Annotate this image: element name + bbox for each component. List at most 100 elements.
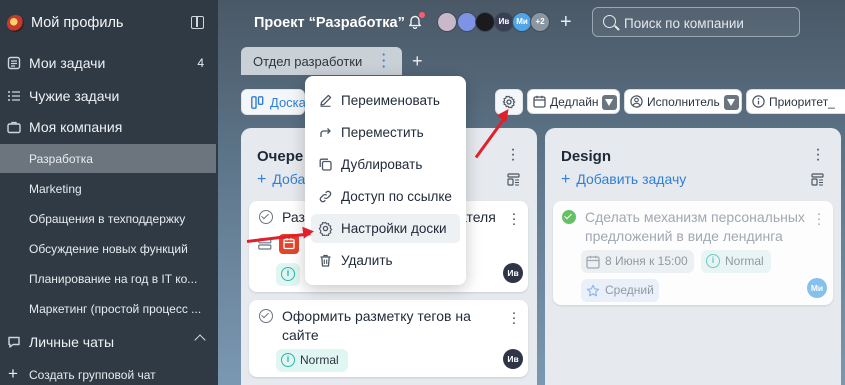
sidebar-project-marketing[interactable]: Marketing [0, 174, 216, 203]
task-kebab-icon[interactable]: · · · [511, 305, 517, 330]
member-avatar-mi[interactable]: Ми [512, 12, 532, 32]
status-badge-label: Normal [300, 353, 339, 367]
column-title: Design [561, 148, 612, 165]
menu-item-label: Удалить [341, 253, 393, 268]
plus-icon: + [561, 171, 571, 188]
column-layout-icon[interactable] [811, 173, 824, 186]
profile-avatar [7, 15, 24, 32]
deadline-badge[interactable]: 8 Июня к 15:00 [581, 250, 694, 273]
briefcase-icon [7, 120, 21, 134]
column-title: Очере [257, 148, 304, 165]
sidebar-project-label: Планирование на год в IT ко... [29, 272, 198, 286]
sidebar-item-my-company[interactable]: Моя компания [0, 113, 216, 141]
collapse-sidebar-icon[interactable] [191, 16, 204, 29]
task-check-icon[interactable] [259, 210, 273, 224]
filter-chip-label: Дедлайн [550, 95, 599, 109]
add-task-label: Добавить задачу [576, 171, 687, 187]
task-card[interactable]: Сделать механизм персональных предложени… [553, 201, 833, 305]
filter-chip-assignee[interactable]: Исполнитель [624, 89, 742, 114]
profile-button[interactable]: Мой профиль [0, 0, 218, 48]
move-arrow-icon [318, 125, 333, 140]
filter-chip-priority[interactable]: Приоритет_ [746, 89, 845, 114]
column-kebab-icon[interactable]: · · · [815, 142, 821, 168]
create-group-chat-label: Создать групповой чат [29, 368, 156, 382]
menu-item-label: Настройки доски [341, 221, 447, 236]
sidebar-project-razrabotka[interactable]: Разработка [0, 144, 216, 173]
create-group-chat-button[interactable]: + Создать групповой чат [0, 360, 216, 385]
status-icon: i [706, 254, 720, 268]
tasks-icon [7, 56, 21, 70]
status-badge: i N [276, 263, 300, 286]
priority-badge: Средний [581, 279, 659, 302]
assignee-avatar[interactable]: Ив [503, 263, 523, 283]
board-context-menu: Переименовать Переместить Дублировать До… [305, 76, 466, 285]
column-kebab-icon[interactable]: · · · [510, 142, 516, 168]
project-title: Проект “Разработка” [254, 15, 405, 31]
task-done-icon[interactable] [562, 210, 576, 224]
member-avatar-photo[interactable] [437, 12, 457, 32]
menu-item-label: Переместить [341, 125, 424, 140]
add-board-icon[interactable]: + [412, 51, 423, 72]
column-layout-icon[interactable] [507, 173, 520, 186]
sidebar-project-label: Разработка [29, 152, 93, 166]
status-badge: i Normal [276, 349, 348, 372]
sidebar-project-support[interactable]: Обращения в техподдержку [0, 204, 216, 233]
copy-icon [318, 157, 333, 172]
sidebar-project-label: Обсуждение новых функций [29, 242, 188, 256]
add-task-button[interactable]: + Доба [257, 171, 305, 189]
tab-board-label: Отдел разработки [253, 54, 363, 69]
sidebar-item-label: Личные чаты [29, 334, 115, 350]
menu-item-label: Дублировать [341, 157, 423, 172]
sidebar-item-others-tasks[interactable]: Чужие задачи [0, 82, 216, 110]
tab-kebab-icon[interactable]: · · · [381, 48, 387, 73]
chat-icon [7, 335, 21, 349]
assignee-avatar[interactable]: Ив [503, 349, 523, 369]
member-avatar-iv[interactable]: Ив [494, 12, 514, 32]
sidebar-item-personal-chats[interactable]: Личные чаты [0, 328, 216, 356]
view-board-button[interactable]: Доска [241, 89, 306, 115]
task-kebab-icon[interactable]: · · · [511, 206, 517, 231]
menu-item-rename[interactable]: Переименовать [311, 86, 460, 115]
status-icon: i [281, 353, 295, 367]
sidebar: Мой профиль Мои задачи 4 Чужие задачи Мо… [0, 0, 218, 385]
menu-item-board-settings[interactable]: Настройки доски [311, 214, 460, 243]
add-task-button[interactable]: + Добавить задачу [561, 171, 686, 189]
menu-item-duplicate[interactable]: Дублировать [311, 150, 460, 179]
menu-item-move[interactable]: Переместить [311, 118, 460, 147]
add-member-icon[interactable]: + [560, 12, 572, 32]
task-card[interactable]: Оформить разметку тегов на сайте · · · i N… [249, 300, 528, 377]
sidebar-project-features[interactable]: Обсуждение новых функций [0, 234, 216, 263]
filter-icon[interactable] [602, 95, 617, 110]
task-title: Сделать механизм персональных предложени… [585, 209, 805, 244]
task-title: Оформить разметку тегов на сайте [282, 308, 471, 343]
notification-dot [419, 12, 425, 18]
menu-item-label: Переименовать [341, 93, 440, 108]
filter-chip-deadline[interactable]: Дедлайн [527, 89, 620, 114]
deadline-label: 8 Июня к 15:00 [605, 254, 688, 268]
link-icon [318, 189, 333, 204]
user-icon [630, 95, 643, 111]
tab-board[interactable]: Отдел разработки · · · [241, 47, 402, 75]
menu-item-delete[interactable]: Удалить [311, 246, 460, 275]
company-search[interactable] [592, 7, 800, 37]
sidebar-item-my-tasks[interactable]: Мои задачи 4 [0, 49, 216, 77]
more-members-badge[interactable]: +2 [530, 12, 550, 32]
member-avatar-photo[interactable] [457, 12, 477, 32]
board-column-design: Design · · · + Добавить задачу Сделать меха… [545, 128, 841, 385]
gear-icon [318, 221, 333, 238]
task-kebab-icon[interactable]: · · · [816, 206, 822, 231]
search-icon [603, 15, 616, 28]
board-view-icon [251, 96, 264, 112]
chevron-up-icon[interactable] [194, 334, 206, 346]
filter-icon[interactable] [724, 95, 739, 110]
assignee-avatar[interactable]: Ми [807, 278, 827, 298]
sidebar-project-label: Обращения в техподдержку [29, 212, 186, 226]
search-input[interactable] [624, 13, 794, 33]
sidebar-item-label: Чужие задачи [29, 88, 120, 104]
sidebar-project-planning[interactable]: Планирование на год в IT ко... [0, 264, 216, 293]
task-check-icon[interactable] [259, 309, 273, 323]
calendar-icon [586, 254, 600, 277]
menu-item-link-access[interactable]: Доступ по ссылке [311, 182, 460, 211]
sidebar-project-marketing-simple[interactable]: Маркетинг (простой процесс ... [0, 294, 216, 323]
member-avatar-photo[interactable] [475, 12, 495, 32]
